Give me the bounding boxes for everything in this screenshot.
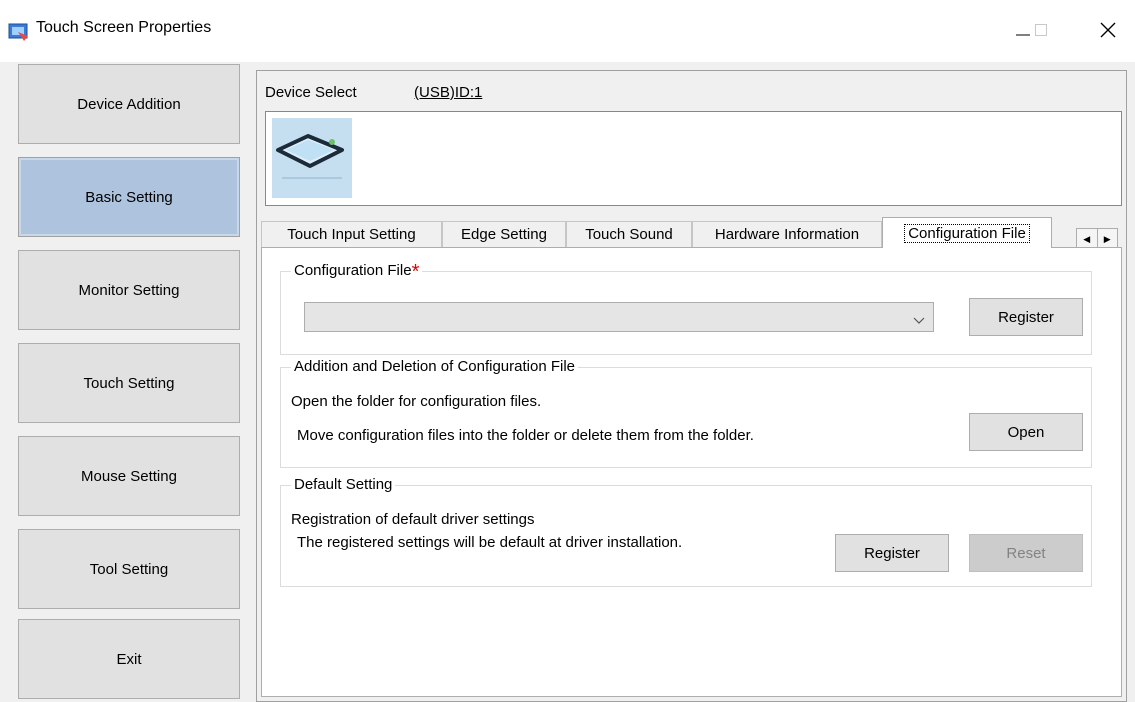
reset-default-button: Reset	[969, 534, 1083, 572]
default-setting-group: Default Setting Registration of default …	[280, 476, 1092, 587]
tab-label: Edge Setting	[461, 226, 547, 243]
register-default-label: Register	[864, 544, 920, 562]
nav-touch-setting-button[interactable]: Touch Setting	[18, 343, 240, 423]
register-config-label: Register	[998, 308, 1054, 326]
device-list[interactable]	[265, 111, 1122, 206]
open-folder-button[interactable]: Open	[969, 413, 1083, 451]
nav-exit-button[interactable]: Exit	[18, 619, 240, 699]
tab-label: Configuration File	[904, 223, 1030, 243]
tab-scroll-left-icon[interactable]: ◀	[1077, 229, 1098, 249]
nav-label: Basic Setting	[85, 188, 173, 206]
device-id-link[interactable]: (USB)ID:1	[414, 84, 482, 101]
tab-edge-setting[interactable]: Edge Setting	[442, 221, 566, 247]
add-delete-group: Addition and Deletion of Configuration F…	[280, 358, 1092, 468]
tab-scroll-right-icon[interactable]: ▶	[1098, 229, 1118, 249]
required-mark: *	[411, 261, 420, 283]
window-body: Device Addition Basic Setting Monitor Se…	[0, 62, 1135, 702]
tab-configuration-file[interactable]: Configuration File	[882, 217, 1052, 248]
config-file-dropdown[interactable]	[304, 302, 934, 332]
tab-page-configuration-file: Configuration File* Register Addition an…	[261, 247, 1122, 697]
tab-touch-input-setting[interactable]: Touch Input Setting	[261, 221, 442, 247]
window-title: Touch Screen Properties	[36, 19, 212, 36]
nav-basic-setting-button[interactable]: Basic Setting	[18, 157, 240, 237]
tab-label: Touch Input Setting	[287, 226, 416, 243]
tab-touch-sound[interactable]: Touch Sound	[566, 221, 692, 247]
tab-label: Hardware Information	[714, 226, 860, 243]
default-setting-legend: Default Setting	[291, 476, 396, 493]
settings-panel: Device Select (USB)ID:1 Touch Input Sett…	[256, 70, 1127, 702]
open-folder-label: Open	[1007, 423, 1045, 441]
device-select-label: Device Select	[265, 84, 357, 101]
app-icon	[8, 20, 30, 42]
nav-label: Mouse Setting	[81, 467, 177, 485]
nav-tool-setting-button[interactable]: Tool Setting	[18, 529, 240, 609]
config-file-legend-text: Configuration File	[294, 262, 412, 279]
title-bar: Touch Screen Properties	[0, 0, 1135, 62]
reset-default-label: Reset	[1006, 544, 1046, 562]
touch-panel-icon[interactable]	[272, 118, 352, 198]
nav-monitor-setting-button[interactable]: Monitor Setting	[18, 250, 240, 330]
nav-label: Monitor Setting	[78, 281, 180, 299]
register-default-button[interactable]: Register	[835, 534, 949, 572]
nav-label: Device Addition	[77, 95, 181, 113]
close-icon[interactable]	[1085, 10, 1131, 50]
default-setting-line2: The registered settings will be default …	[297, 534, 683, 551]
register-config-button[interactable]: Register	[969, 298, 1083, 336]
nav-mouse-setting-button[interactable]: Mouse Setting	[18, 436, 240, 516]
nav-device-addition-button[interactable]: Device Addition	[18, 64, 240, 144]
tab-label: Touch Sound	[585, 226, 673, 243]
config-file-group: Configuration File* Register	[280, 262, 1092, 355]
maximize-icon[interactable]	[1018, 10, 1064, 50]
nav-label: Tool Setting	[89, 560, 169, 578]
chevron-down-icon	[913, 312, 925, 329]
add-delete-legend: Addition and Deletion of Configuration F…	[291, 358, 579, 375]
tab-hardware-information[interactable]: Hardware Information	[692, 221, 882, 247]
default-setting-line1: Registration of default driver settings	[291, 511, 535, 528]
nav-label: Touch Setting	[83, 374, 175, 392]
add-delete-line1: Open the folder for configuration files.	[291, 393, 542, 410]
add-delete-line2: Move configuration files into the folder…	[297, 427, 754, 444]
config-file-legend: Configuration File*	[291, 262, 423, 282]
nav-label: Exit	[116, 650, 142, 668]
